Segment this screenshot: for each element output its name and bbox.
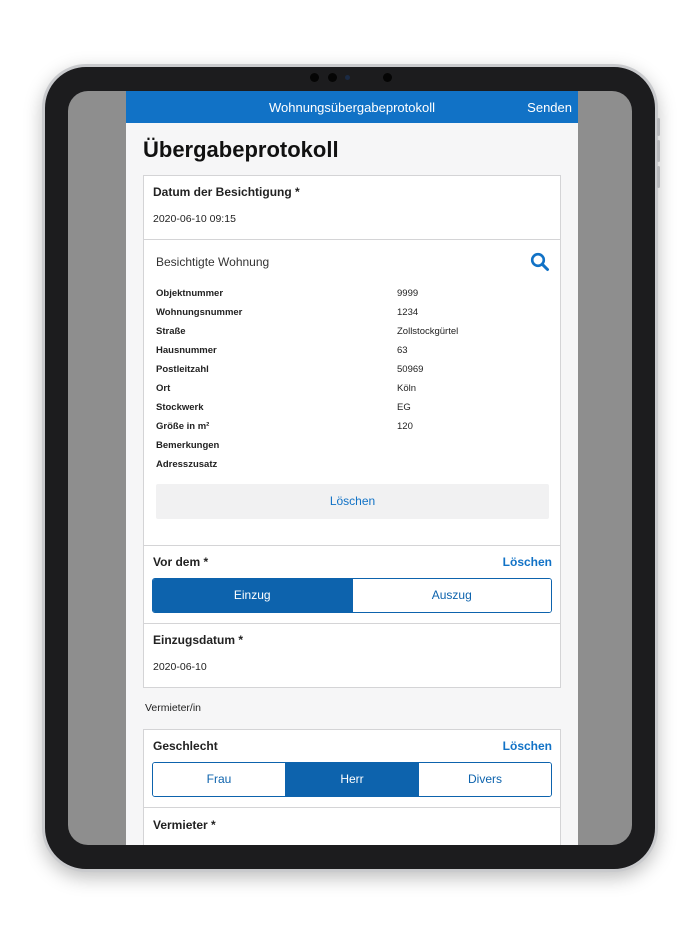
property-key: Wohnungsnummer (156, 307, 243, 318)
property-value: 120 (397, 421, 413, 432)
landlord-name-label: Vermieter * (153, 818, 216, 832)
divider (144, 239, 560, 240)
property-key: Bemerkungen (156, 440, 220, 451)
property-row-ort: Ort Köln (156, 383, 546, 397)
landlord-section-caption: Vermieter/in (145, 702, 202, 714)
camera-dot (383, 73, 392, 82)
landlord-gender-card: Geschlecht Löschen Frau Herr Divers (143, 729, 561, 808)
property-row-groesse: Größe in m² 120 (156, 421, 546, 435)
segment-frau[interactable]: Frau (153, 763, 286, 796)
property-row-hausnummer: Hausnummer 63 (156, 345, 546, 359)
segment-auszug[interactable]: Auszug (352, 579, 551, 612)
app-screen: Wohnungsübergabeprotokoll Senden Übergab… (126, 91, 578, 845)
delete-apartment-button[interactable]: Löschen (156, 484, 549, 519)
property-value: 63 (397, 345, 408, 356)
property-row-strasse: Straße Zollstockgürtel (156, 326, 546, 340)
property-value: 9999 (397, 288, 419, 299)
segment-einzug[interactable]: Einzug (153, 579, 353, 612)
side-button (657, 118, 660, 136)
side-button (657, 140, 660, 162)
property-row-objektnummer: Objektnummer 9999 (156, 288, 546, 302)
move-date-card: Einzugsdatum * 2020-06-10 (143, 623, 561, 688)
segment-divers[interactable]: Divers (419, 763, 551, 796)
move-type-card: Vor dem * Löschen Einzug Auszug (143, 545, 561, 624)
apartment-title: Besichtigte Wohnung (156, 255, 270, 269)
page-title: Übergabeprotokoll (143, 137, 339, 162)
property-key: Ort (156, 383, 171, 394)
property-row-bemerkungen: Bemerkungen (156, 440, 546, 454)
landlord-name-card: Vermieter * (143, 807, 561, 845)
property-value: Köln (397, 383, 417, 394)
property-key: Größe in m² (156, 421, 210, 432)
tablet-frame: Wohnungsübergabeprotokoll Senden Übergab… (42, 64, 658, 872)
move-clear-link[interactable]: Löschen (503, 555, 552, 569)
property-key: Objektnummer (156, 288, 224, 299)
send-button[interactable]: Senden (527, 100, 572, 115)
property-row-wohnungsnummer: Wohnungsnummer 1234 (156, 307, 546, 321)
property-value: 50969 (397, 364, 424, 375)
side-button (657, 166, 660, 188)
inspection-card: Datum der Besichtigung * 2020-06-10 09:1… (143, 175, 561, 546)
camera-dot (310, 73, 319, 82)
property-key: Adresszusatz (156, 459, 218, 470)
segment-herr[interactable]: Herr (286, 763, 419, 796)
property-value: Zollstockgürtel (397, 326, 459, 337)
search-icon[interactable] (530, 252, 550, 272)
property-row-adresszusatz: Adresszusatz (156, 459, 546, 473)
move-type-segmented-control: Einzug Auszug (152, 578, 552, 613)
camera-dot (328, 73, 337, 82)
move-date-value[interactable]: 2020-06-10 (153, 661, 207, 673)
property-key: Stockwerk (156, 402, 204, 413)
gender-clear-link[interactable]: Löschen (503, 739, 552, 753)
property-key: Hausnummer (156, 345, 217, 356)
property-value: 1234 (397, 307, 419, 318)
property-value: EG (397, 402, 411, 413)
sensor-dot (345, 75, 350, 80)
gender-segmented-control: Frau Herr Divers (152, 762, 552, 797)
property-row-postleitzahl: Postleitzahl 50969 (156, 364, 546, 378)
inspection-date-label: Datum der Besichtigung * (153, 185, 300, 199)
property-row-stockwerk: Stockwerk EG (156, 402, 546, 416)
nav-title: Wohnungsübergabeprotokoll (269, 100, 435, 115)
navigation-bar: Wohnungsübergabeprotokoll Senden (126, 91, 578, 123)
tablet-screen-area: Wohnungsübergabeprotokoll Senden Übergab… (68, 91, 632, 845)
move-date-label: Einzugsdatum * (153, 633, 244, 647)
gender-label: Geschlecht (153, 739, 218, 753)
property-key: Straße (156, 326, 186, 337)
property-key: Postleitzahl (156, 364, 209, 375)
move-type-label: Vor dem * (153, 555, 209, 569)
inspection-date-value[interactable]: 2020-06-10 09:15 (153, 213, 236, 225)
